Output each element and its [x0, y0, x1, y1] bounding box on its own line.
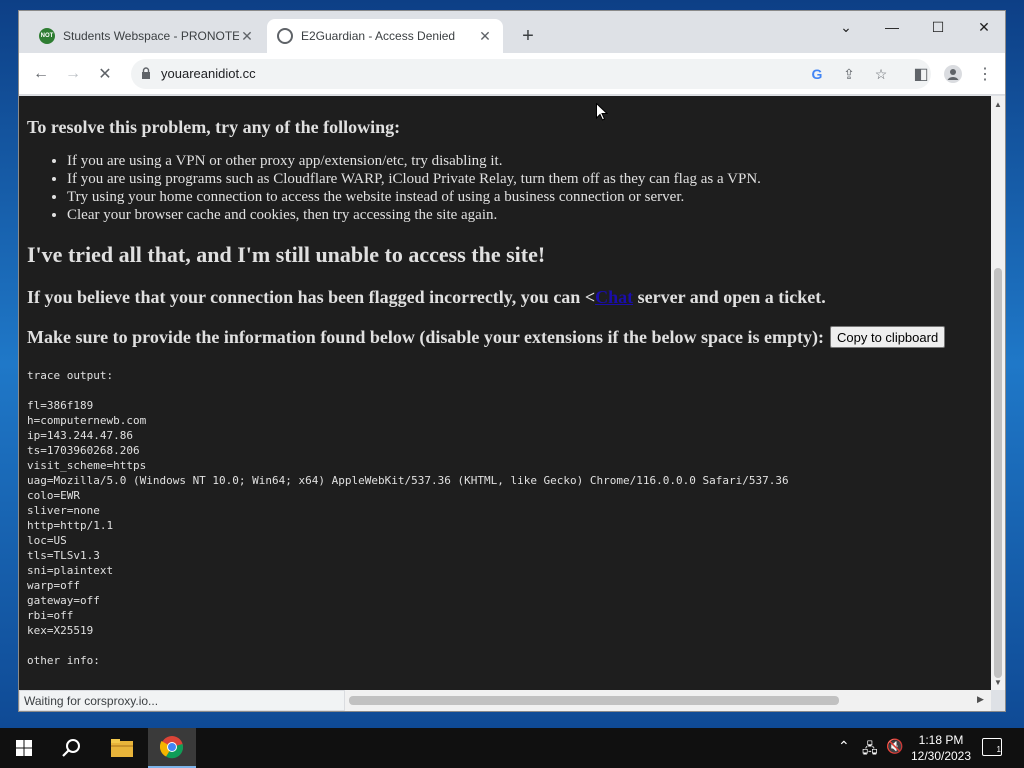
google-lens-icon[interactable]: G [807, 64, 827, 84]
page-content: To resolve this problem, try any of the … [27, 106, 987, 668]
back-arrow-icon[interactable]: ← [27, 60, 55, 88]
close-window-button[interactable]: ✕ [961, 11, 1007, 43]
notification-count-badge: 1 [996, 745, 1001, 754]
system-clock[interactable]: 1:18 PM 12/30/2023 [906, 732, 976, 764]
flagged-text-end: server and open a ticket. [633, 287, 826, 307]
profile-avatar-icon[interactable] [939, 60, 967, 88]
kebab-menu-icon[interactable]: ⋮ [971, 60, 999, 88]
vertical-scroll-thumb[interactable] [994, 268, 1002, 678]
tab-search-chevron-icon[interactable]: ⌄ [823, 11, 869, 43]
clock-date: 12/30/2023 [910, 749, 972, 763]
share-icon[interactable]: ⇪ [839, 64, 859, 84]
status-bubble: Waiting for corsproxy.io... [19, 690, 345, 711]
notification-center-icon[interactable]: 1 [982, 738, 1002, 756]
close-tab-icon[interactable]: ✕ [239, 28, 255, 45]
address-bar[interactable]: youareanidiot.cc G ⇪ ☆ [131, 59, 931, 89]
tab-students-webspace[interactable]: NOT Students Webspace - PRONOTE ✕ [29, 19, 265, 53]
maximize-button[interactable]: ☐ [915, 11, 961, 43]
scroll-down-arrow-icon[interactable]: ▼ [994, 678, 1002, 687]
info-heading: Make sure to provide the information fou… [27, 326, 987, 348]
tips-list: If you are using a VPN or other proxy ap… [67, 152, 987, 224]
clock-time: 1:18 PM [918, 733, 964, 747]
page-viewport[interactable]: To resolve this problem, try any of the … [19, 96, 991, 690]
browser-window: NOT Students Webspace - PRONOTE ✕ E2Guar… [18, 10, 1006, 712]
bookmark-star-icon[interactable]: ☆ [871, 64, 891, 84]
url-text[interactable]: youareanidiot.cc [161, 66, 256, 81]
list-item: If you are using a VPN or other proxy ap… [67, 152, 987, 170]
side-panel-icon[interactable]: ◧ [907, 60, 935, 88]
scroll-right-arrow-icon[interactable]: ▶ [977, 694, 984, 705]
trace-output[interactable]: trace output: fl=386f189 h=computernewb.… [27, 368, 987, 668]
list-item: Clear your browser cache and cookies, th… [67, 206, 987, 224]
mouse-cursor-icon [596, 103, 608, 121]
file-explorer-icon[interactable] [98, 728, 146, 768]
list-item: Try using your home connection to access… [67, 188, 987, 206]
tab-strip: NOT Students Webspace - PRONOTE ✕ E2Guar… [19, 11, 1005, 53]
resolve-heading: To resolve this problem, try any of the … [27, 117, 401, 137]
copy-to-clipboard-button[interactable]: Copy to clipboard [830, 326, 946, 348]
taskbar: ⌃ 🖧 🔇 1:18 PM 12/30/2023 1 [0, 728, 1024, 768]
tab-title: Students Webspace - PRONOTE [63, 29, 239, 43]
vertical-scrollbar[interactable]: ▲ ▼ [991, 96, 1005, 690]
close-tab-icon[interactable]: ✕ [477, 28, 493, 45]
chrome-taskbar-icon[interactable] [148, 728, 196, 768]
network-icon[interactable]: 🖧 [862, 738, 878, 762]
flagged-heading: If you believe that your connection has … [27, 286, 987, 308]
horizontal-scroll-thumb[interactable] [349, 696, 839, 705]
volume-muted-icon[interactable]: 🔇 [886, 738, 903, 755]
list-item: If you are using programs such as Cloudf… [67, 170, 987, 188]
still-unable-heading: I've tried all that, and I'm still unabl… [27, 242, 546, 267]
browser-toolbar: ← → ✕ youareanidiot.cc G ⇪ ☆ ◧ ⋮ [19, 53, 1005, 95]
scroll-up-arrow-icon[interactable]: ▲ [994, 100, 1002, 109]
tab-e2guardian[interactable]: E2Guardian - Access Denied ✕ [267, 19, 503, 53]
minimize-button[interactable]: — [869, 11, 915, 43]
forward-arrow-icon[interactable]: → [59, 60, 87, 88]
tab-title: E2Guardian - Access Denied [301, 29, 456, 43]
loading-favicon-icon [277, 28, 293, 44]
windows-start-icon[interactable] [0, 728, 48, 768]
new-tab-plus-icon[interactable]: + [517, 25, 539, 47]
lock-icon[interactable] [141, 67, 151, 80]
search-icon[interactable] [48, 728, 96, 768]
show-hidden-icons-chevron-icon[interactable]: ⌃ [838, 738, 850, 755]
pronote-favicon-icon: NOT [39, 28, 55, 44]
info-heading-text: Make sure to provide the information fou… [27, 327, 825, 347]
chat-link[interactable]: Chat [595, 287, 633, 307]
flagged-text: If you believe that your connection has … [27, 287, 596, 307]
stop-loading-icon[interactable]: ✕ [91, 60, 119, 88]
